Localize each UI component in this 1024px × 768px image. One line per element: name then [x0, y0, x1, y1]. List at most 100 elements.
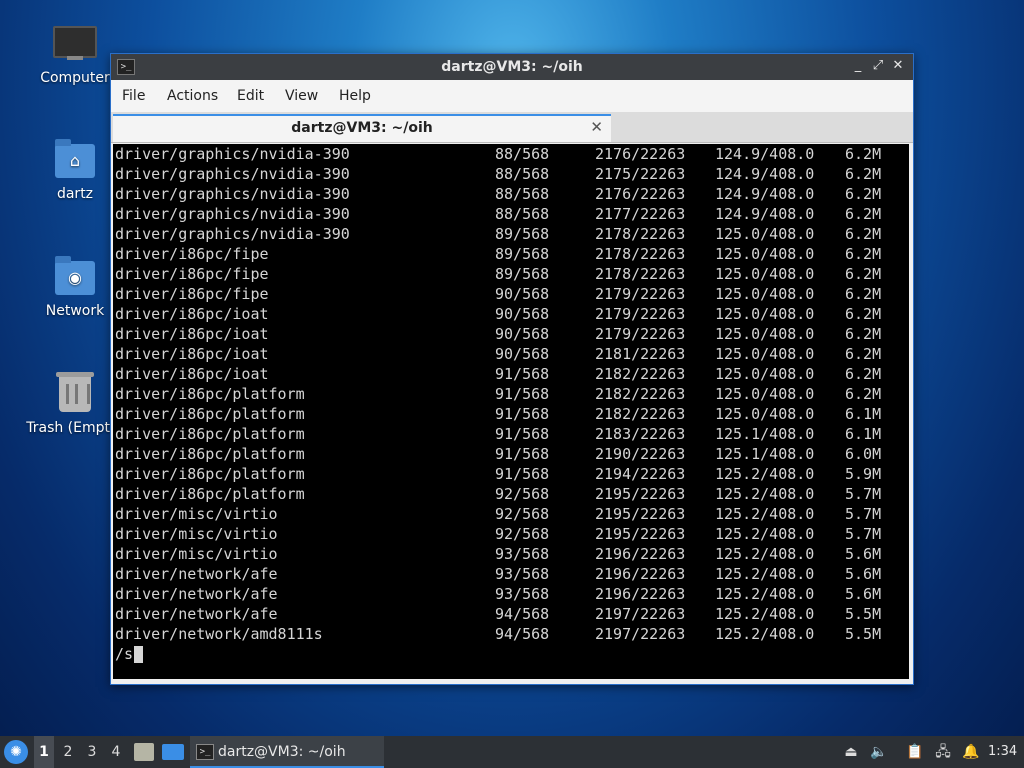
- notification-icon[interactable]: 🔔: [960, 736, 982, 768]
- network-icon[interactable]: 🖧: [932, 736, 954, 768]
- clipboard-icon[interactable]: 📋: [904, 736, 926, 768]
- clock: 1:34: [988, 744, 1018, 759]
- terminal-line-size: 125.0/408.0: [715, 285, 815, 303]
- terminal-line-size: 125.0/408.0: [715, 365, 815, 383]
- terminal-line: driver/i86pc/platform 91/568 2183/22263 125…: [113, 424, 909, 444]
- terminal-line-speed: 6.2M: [845, 325, 882, 343]
- terminal-line: driver/i86pc/fipe 90/568 2179/22263 125.0/4…: [113, 284, 909, 304]
- terminal-line-path: driver/i86pc/platform: [115, 425, 305, 443]
- workspace-2[interactable]: 2: [58, 736, 78, 768]
- tab-close-icon[interactable]: ✕: [590, 118, 603, 136]
- terminal-prompt-line[interactable]: /s: [113, 644, 909, 664]
- terminal-line-path: driver/i86pc/ioat: [115, 325, 269, 343]
- terminal-line-actions: 2183/22263: [595, 425, 686, 443]
- terminal-line-files: 90/568: [495, 325, 550, 343]
- terminal-line-files: 89/568: [495, 225, 550, 243]
- menu-actions[interactable]: Actions: [167, 88, 218, 104]
- terminal-line-files: 92/568: [495, 485, 550, 503]
- terminal-line-speed: 6.2M: [845, 265, 882, 283]
- terminal-line: driver/network/afe 93/568 2196/22263 125.2/…: [113, 564, 909, 584]
- workspace-1[interactable]: 1: [34, 736, 54, 768]
- terminal-line: driver/misc/virtio 92/568 2195/22263 125.2/…: [113, 524, 909, 544]
- minimize-button[interactable]: _: [849, 57, 867, 75]
- terminal-line: driver/i86pc/ioat 91/568 2182/22263 125.0/4…: [113, 364, 909, 384]
- terminal-line-size: 124.9/408.0: [715, 145, 815, 163]
- tab-bar: dartz@VM3: ~/oih ✕: [111, 112, 913, 143]
- terminal-line: driver/i86pc/platform 92/568 2195/22263 125…: [113, 484, 909, 504]
- terminal-line-speed: 6.2M: [845, 165, 882, 183]
- terminal-line-actions: 2197/22263: [595, 605, 686, 623]
- terminal-line-size: 125.0/408.0: [715, 405, 815, 423]
- terminal-line-files: 93/568: [495, 565, 550, 583]
- terminal-line-size: 125.1/408.0: [715, 425, 815, 443]
- terminal-line-speed: 5.7M: [845, 505, 882, 523]
- taskbar-task-terminal[interactable]: >_ dartz@VM3: ~/oih: [190, 736, 384, 768]
- terminal-line-actions: 2177/22263: [595, 205, 686, 223]
- computer-icon: [53, 22, 97, 66]
- terminal-line-size: 125.0/408.0: [715, 265, 815, 283]
- terminal-line-speed: 6.2M: [845, 205, 882, 223]
- workspace-4[interactable]: 4: [106, 736, 126, 768]
- terminal-line-actions: 2196/22263: [595, 545, 686, 563]
- terminal-line-actions: 2179/22263: [595, 285, 686, 303]
- terminal-line-path: driver/i86pc/platform: [115, 485, 305, 503]
- terminal-line-files: 89/568: [495, 265, 550, 283]
- menu-edit[interactable]: Edit: [237, 88, 264, 104]
- maximize-button[interactable]: ⤢: [869, 57, 887, 75]
- terminal-output[interactable]: driver/graphics/nvidia-390 88/568 2176/222…: [113, 144, 909, 679]
- eject-icon[interactable]: ⏏: [840, 736, 862, 768]
- terminal-line-speed: 5.9M: [845, 465, 882, 483]
- terminal-line-speed: 6.0M: [845, 445, 882, 463]
- terminal-line-files: 92/568: [495, 505, 550, 523]
- terminal-prompt-text: /s: [115, 645, 134, 663]
- start-menu-icon[interactable]: ✺: [4, 740, 28, 764]
- menu-file[interactable]: File: [122, 88, 145, 104]
- terminal-line-files: 88/568: [495, 185, 550, 203]
- file-manager-launcher-icon[interactable]: [134, 743, 154, 761]
- menu-help[interactable]: Help: [339, 88, 371, 104]
- terminal-line-speed: 6.2M: [845, 145, 882, 163]
- terminal-line-speed: 5.7M: [845, 485, 882, 503]
- terminal-line-path: driver/graphics/nvidia-390: [115, 165, 350, 183]
- terminal-line-path: driver/i86pc/ioat: [115, 305, 269, 323]
- terminal-line-files: 91/568: [495, 405, 550, 423]
- terminal-line: driver/i86pc/platform 91/568 2190/22263 125…: [113, 444, 909, 464]
- menu-view[interactable]: View: [285, 88, 318, 104]
- terminal-line: driver/graphics/nvidia-390 88/568 2177/222…: [113, 204, 909, 224]
- tab-title: dartz@VM3: ~/oih: [291, 120, 433, 136]
- terminal-line-actions: 2196/22263: [595, 565, 686, 583]
- terminal-line-size: 125.2/408.0: [715, 565, 815, 583]
- terminal-line: driver/graphics/nvidia-390 88/568 2176/222…: [113, 184, 909, 204]
- terminal-line-actions: 2195/22263: [595, 525, 686, 543]
- terminal-line: driver/graphics/nvidia-390 88/568 2175/222…: [113, 164, 909, 184]
- terminal-line-path: driver/graphics/nvidia-390: [115, 185, 350, 203]
- terminal-line-speed: 6.2M: [845, 245, 882, 263]
- terminal-line-actions: 2178/22263: [595, 265, 686, 283]
- terminal-line-path: driver/i86pc/platform: [115, 405, 305, 423]
- terminal-line: driver/i86pc/platform 91/568 2182/22263 125…: [113, 404, 909, 424]
- volume-icon[interactable]: 🔈: [868, 736, 890, 768]
- terminal-line-files: 91/568: [495, 365, 550, 383]
- terminal-line-files: 88/568: [495, 205, 550, 223]
- terminal-line-actions: 2175/22263: [595, 165, 686, 183]
- terminal-line-path: driver/i86pc/fipe: [115, 285, 269, 303]
- window-titlebar[interactable]: >_ dartz@VM3: ~/oih _ ⤢ ✕: [111, 54, 913, 80]
- terminal-line-size: 125.0/408.0: [715, 325, 815, 343]
- terminal-line-size: 125.2/408.0: [715, 465, 815, 483]
- terminal-line-path: driver/i86pc/ioat: [115, 365, 269, 383]
- window-title: dartz@VM3: ~/oih: [441, 59, 583, 75]
- terminal-line-path: driver/i86pc/platform: [115, 385, 305, 403]
- terminal-line-actions: 2190/22263: [595, 445, 686, 463]
- terminal-line-files: 94/568: [495, 605, 550, 623]
- terminal-line: driver/i86pc/ioat 90/568 2179/22263 125.0/4…: [113, 324, 909, 344]
- terminal-line: driver/i86pc/fipe 89/568 2178/22263 125.0/4…: [113, 264, 909, 284]
- close-button[interactable]: ✕: [889, 57, 907, 75]
- terminal-line-size: 125.0/408.0: [715, 345, 815, 363]
- terminal-line-speed: 5.5M: [845, 605, 882, 623]
- terminal-line: driver/network/afe 93/568 2196/22263 125.2/…: [113, 584, 909, 604]
- terminal-tab[interactable]: dartz@VM3: ~/oih ✕: [113, 114, 611, 142]
- workspace-3[interactable]: 3: [82, 736, 102, 768]
- show-desktop-icon[interactable]: [162, 744, 184, 760]
- terminal-line-speed: 6.2M: [845, 285, 882, 303]
- terminal-line: driver/network/amd8111s 94/568 2197/22263 1…: [113, 624, 909, 644]
